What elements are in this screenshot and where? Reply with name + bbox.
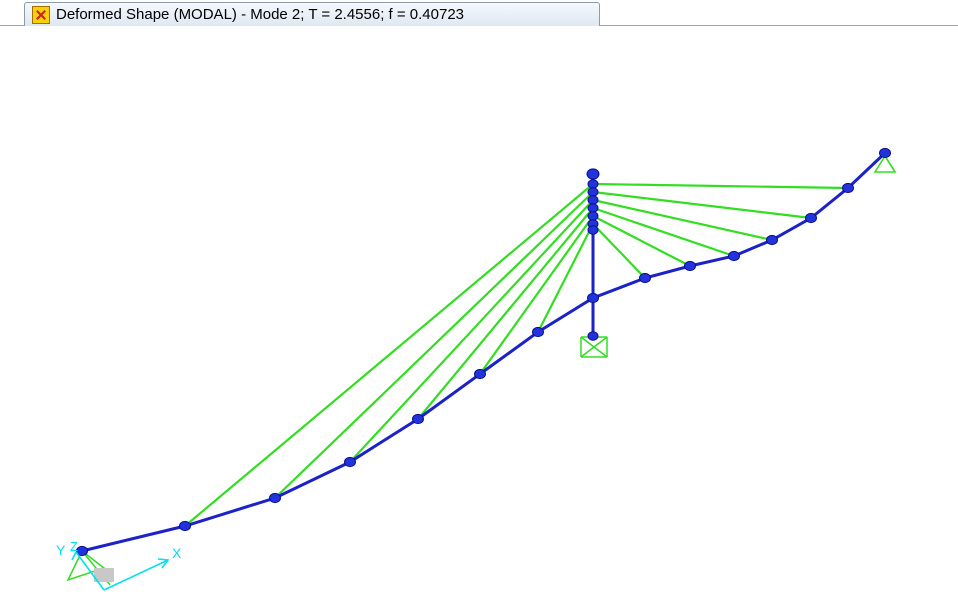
pylon-joint[interactable] — [587, 195, 599, 205]
deck-joint[interactable] — [344, 456, 356, 468]
tab-title: Deformed Shape (MODAL) - Mode 2; T = 2.4… — [56, 6, 465, 23]
deck-joint[interactable] — [766, 234, 778, 246]
deck-joint[interactable] — [587, 292, 599, 304]
pylon-joint[interactable] — [587, 187, 599, 197]
stay-cable — [274, 191, 594, 499]
deck-joint[interactable] — [474, 368, 486, 380]
stay-cable — [349, 199, 594, 463]
sap2000-app-icon — [32, 5, 50, 24]
deck-joint[interactable] — [269, 492, 281, 504]
deck-joint[interactable] — [412, 413, 424, 425]
stay-cable — [184, 183, 594, 527]
pylon-joint[interactable] — [587, 331, 599, 341]
pylon-joint[interactable] — [586, 168, 600, 180]
deck-joint[interactable] — [728, 250, 740, 262]
y-axis-label: Y — [56, 542, 66, 558]
stay-cable — [592, 182, 849, 190]
stay-cable — [592, 223, 646, 279]
pylon-joint[interactable] — [587, 225, 599, 235]
deck-joint[interactable] — [805, 212, 817, 224]
model-viewport[interactable]: X Y Z — [0, 26, 958, 616]
deck-joint[interactable] — [639, 272, 651, 284]
pylon-joint[interactable] — [587, 203, 599, 213]
deck-joint[interactable] — [532, 326, 544, 338]
x-axis-label: X — [172, 545, 182, 561]
model-window: Deformed Shape (MODAL) - Mode 2; T = 2.4… — [0, 0, 958, 616]
tab-strip: Deformed Shape (MODAL) - Mode 2; T = 2.4… — [0, 0, 958, 26]
deck-joint[interactable] — [684, 260, 696, 272]
joints — [76, 147, 891, 557]
stay-cable — [479, 215, 594, 375]
z-axis-label: Z — [70, 539, 78, 554]
pylon-joint[interactable] — [587, 179, 599, 189]
pylon-joint[interactable] — [587, 211, 599, 221]
deck-joint[interactable] — [879, 147, 891, 159]
stay-cable — [592, 198, 773, 242]
deck-joint[interactable] — [179, 520, 191, 532]
stay-cables — [184, 182, 849, 527]
stay-cable — [592, 190, 812, 220]
tab-deformed-shape[interactable]: Deformed Shape (MODAL) - Mode 2; T = 2.4… — [24, 2, 600, 26]
deck-joint[interactable] — [842, 182, 854, 194]
